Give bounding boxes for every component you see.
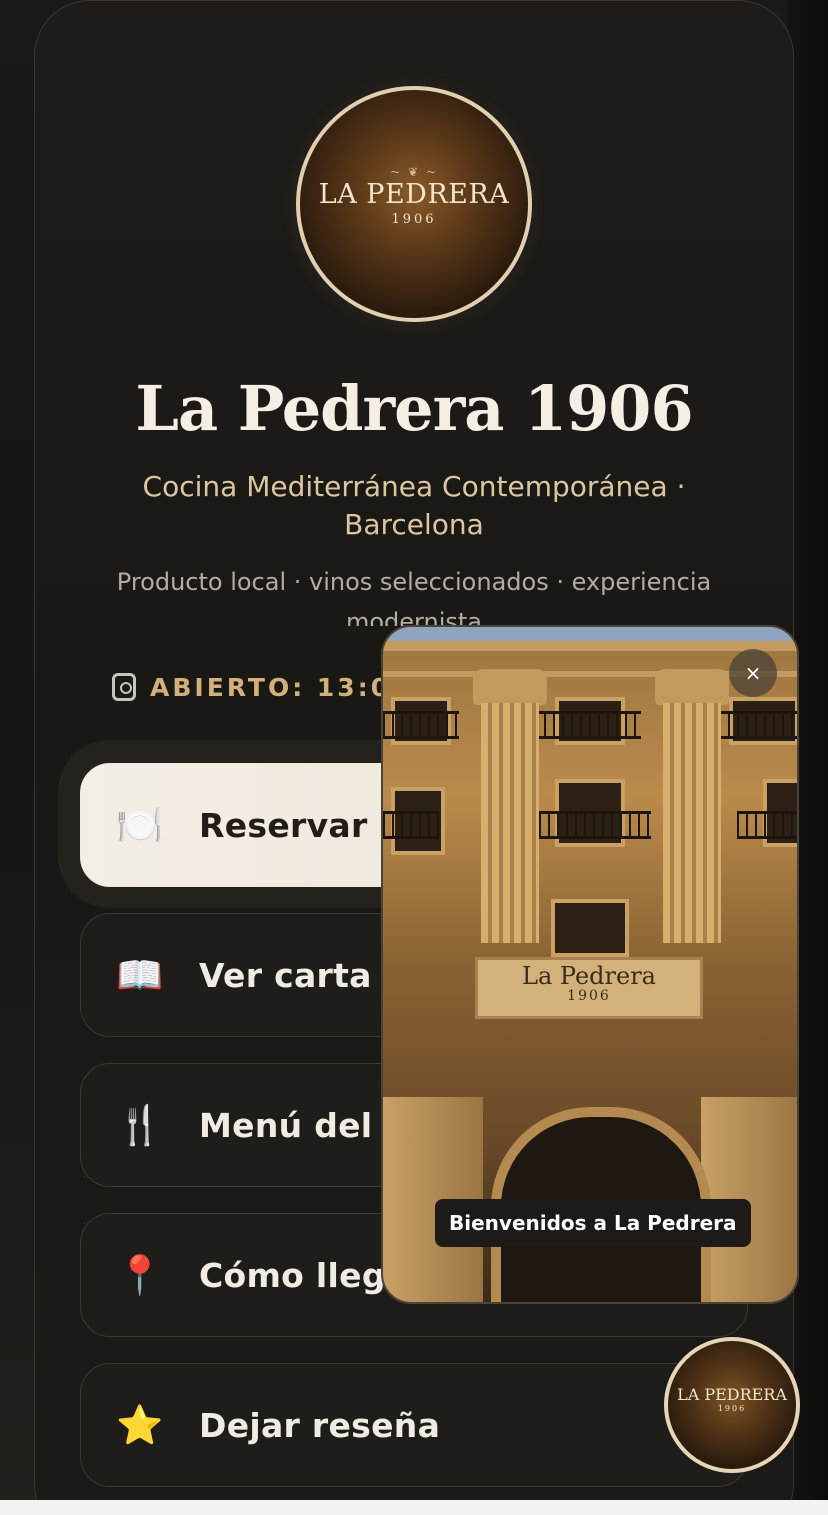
video-column-capital [655,669,729,705]
fab-logo-year: 1906 [717,1404,747,1413]
video-balcony [383,811,439,839]
watch-icon [112,673,136,701]
video-balcony [383,711,459,739]
avatar-logo-year: 1906 [391,212,437,227]
video-balcony [737,811,797,839]
video-balcony [719,711,797,739]
video-caption: Bienvenidos a La Pedrera [435,1199,751,1247]
video-sign-year: 1906 [567,988,611,1004]
video-sky [383,627,797,641]
video-window [551,899,629,957]
video-column [481,703,539,943]
video-sign-name: La Pedrera [522,962,656,990]
review-button-label: Dejar reseña [199,1405,441,1445]
book-icon: 📖 [116,953,164,997]
opening-hours-text: ABIERTO: 13:00 [150,672,412,702]
fab-logo-text: LA PEDRERA [677,1385,787,1404]
avatar-logo: ~ ❦ ~ LA PEDRERA 1906 [300,165,528,227]
video-bubble-button[interactable]: LA PEDRERA 1906 [664,1337,800,1473]
video-cornice [383,641,797,651]
review-button[interactable]: ⭐ Dejar reseña [80,1363,748,1487]
subtitle: Cocina Mediterránea Contemporánea · Barc… [142,470,686,541]
video-popup[interactable]: La Pedrera 1906 × Bienvenidos a La Pedre… [381,625,799,1304]
bottom-strip [0,1500,828,1515]
pin-icon: 📍 [116,1253,164,1297]
opening-hours: ABIERTO: 13:00 [112,670,412,704]
avatar-logo-text: LA PEDRERA [318,179,510,210]
video-column [663,703,721,943]
star-icon: ⭐ [116,1403,164,1447]
fork-knife-icon: 🍴 [116,1103,164,1147]
close-icon[interactable]: × [729,649,777,697]
video-facade-sign: La Pedrera 1906 [475,957,703,1019]
fab-logo: LA PEDRERA 1906 [668,1385,796,1413]
avatar: ~ ❦ ~ LA PEDRERA 1906 [296,86,532,322]
plate-icon: 🍽️ [116,803,164,847]
video-column-capital [473,669,547,705]
page-title: La Pedrera 1906 [135,372,693,445]
video-balcony [535,711,641,739]
logo-flourish-icon: ~ ❦ ~ [390,165,438,179]
tagline: Producto local · vinos seleccionados · e… [116,568,712,626]
menu-card-button-label: Ver carta [199,955,372,995]
video-balcony [521,811,651,839]
